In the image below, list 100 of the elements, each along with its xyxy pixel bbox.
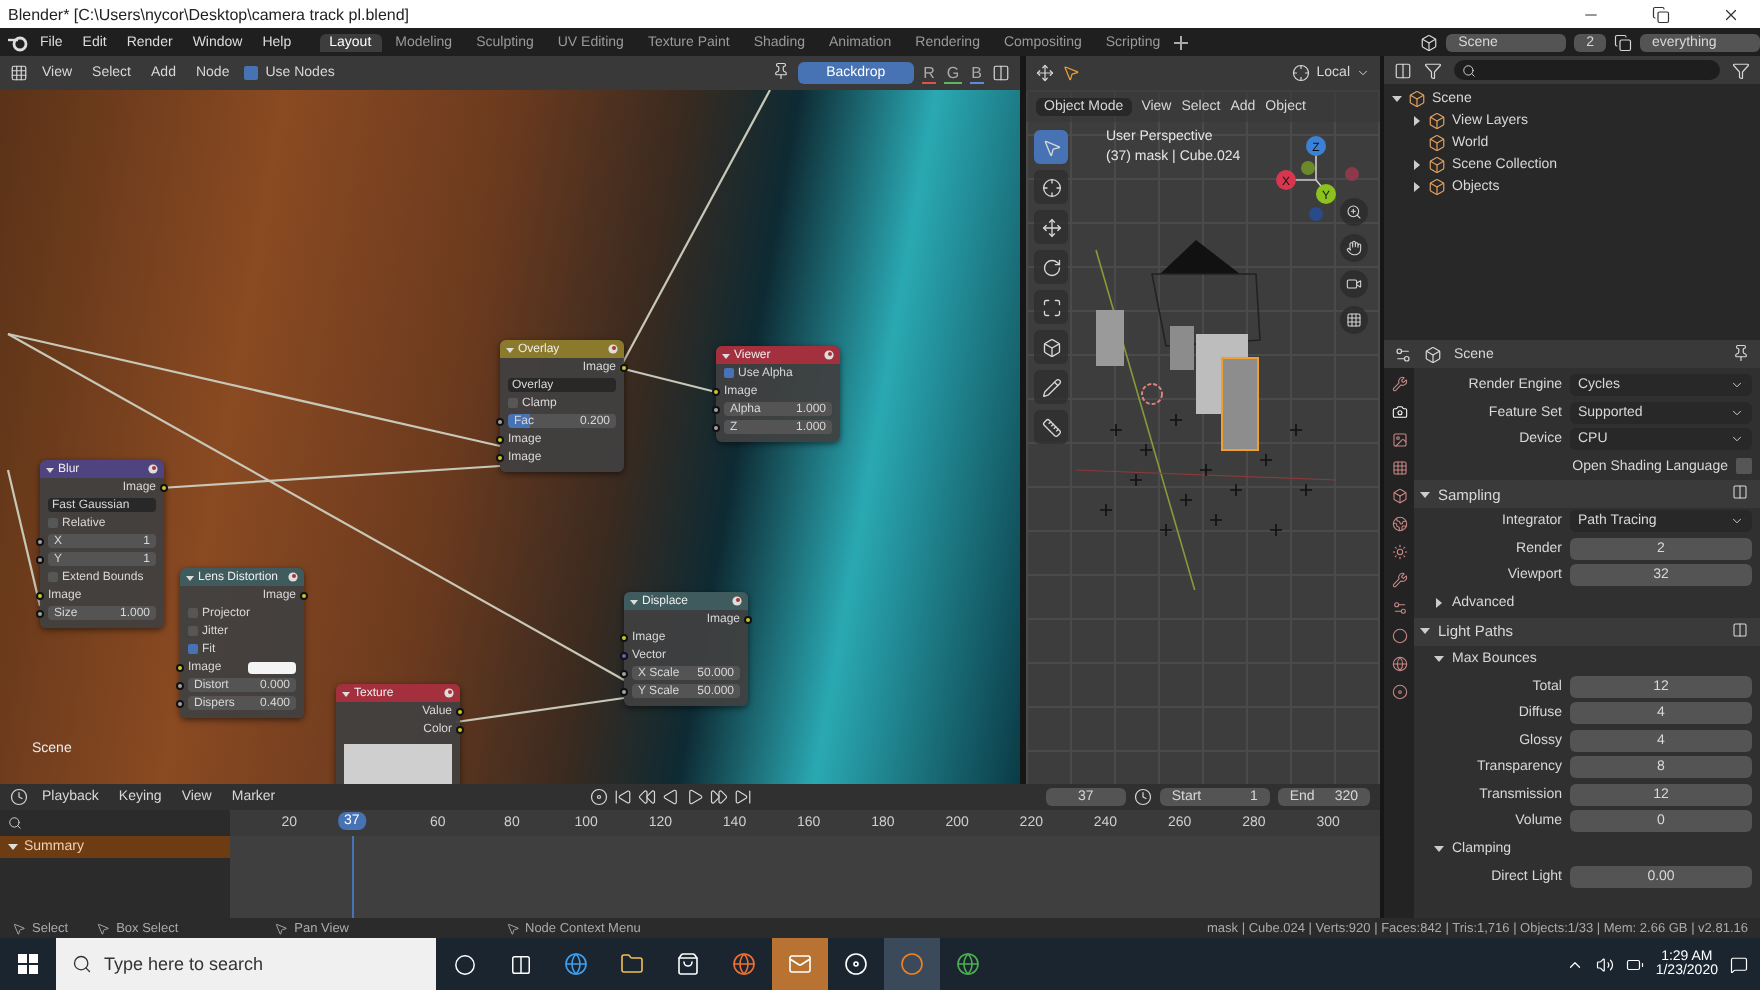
collapse-arrow-icon[interactable] (342, 689, 350, 697)
move-tool[interactable] (1034, 210, 1068, 244)
checkbox[interactable] (188, 626, 198, 636)
close-icon[interactable] (1722, 5, 1740, 23)
socket-dot[interactable] (176, 699, 184, 707)
sphere-icon (288, 572, 298, 582)
collapsed-arrow-icon[interactable] (1412, 160, 1422, 170)
scale-tool[interactable] (1034, 290, 1068, 324)
sphere-icon (608, 344, 618, 354)
zoom-button[interactable] (1340, 198, 1368, 226)
socket-dot[interactable] (620, 651, 628, 659)
checkbox[interactable] (48, 518, 58, 528)
socket-dot[interactable] (176, 663, 184, 671)
collapse-arrow-icon[interactable] (722, 351, 730, 359)
socket-dot[interactable] (176, 681, 184, 689)
scene-icon (1420, 33, 1439, 51)
restore-icon[interactable] (1652, 5, 1670, 23)
socket-dot[interactable] (620, 633, 628, 641)
socket-dot[interactable] (620, 687, 628, 695)
editor-type-icon (10, 64, 28, 82)
socket-dot[interactable] (496, 435, 504, 443)
volume-icon[interactable] (1595, 955, 1614, 973)
channel-toggle[interactable]: B (969, 63, 984, 83)
pin-icon[interactable] (1732, 343, 1750, 361)
socket-dot[interactable] (712, 423, 720, 431)
socket-dot[interactable] (496, 417, 504, 425)
collapse-arrow-icon[interactable] (186, 573, 194, 581)
checkbox[interactable] (1736, 458, 1752, 475)
move-icon (1041, 217, 1061, 237)
expanded-arrow-icon[interactable] (1420, 489, 1430, 499)
checkbox[interactable] (724, 368, 734, 378)
rotate-tool[interactable] (1034, 250, 1068, 284)
rewind-icon[interactable] (637, 788, 656, 806)
collapsed-arrow-icon[interactable] (1434, 598, 1444, 608)
window-title: Blender* [C:\Users\nycor\Desktop\camera track pl.blend] (8, 5, 410, 23)
jump-end-icon[interactable] (733, 788, 752, 806)
socket-dot[interactable] (456, 707, 464, 715)
socket-dot[interactable] (496, 453, 504, 461)
cursor-tool[interactable] (1034, 170, 1068, 204)
record-icon[interactable] (589, 788, 608, 806)
socket-dot[interactable] (36, 537, 44, 545)
expanded-arrow-icon[interactable] (1434, 654, 1444, 664)
play-icon[interactable] (685, 788, 704, 806)
socket-dot[interactable] (36, 555, 44, 563)
display-icon[interactable] (992, 64, 1010, 82)
channel-toggle[interactable]: G (944, 63, 962, 83)
collapse-arrow-icon[interactable] (506, 345, 514, 353)
fast-forward-icon[interactable] (709, 788, 728, 806)
collapse-arrow-icon[interactable] (630, 597, 638, 605)
add-icon[interactable] (1174, 35, 1189, 49)
folder-icon (620, 952, 644, 976)
checkbox[interactable] (243, 66, 258, 80)
checkbox[interactable] (48, 572, 58, 582)
socket-dot[interactable] (712, 405, 720, 413)
search-field[interactable]: Type here to search (56, 938, 436, 990)
socket-dot[interactable] (160, 483, 168, 491)
expanded-arrow-icon[interactable] (1420, 626, 1430, 636)
transform-tool[interactable] (1034, 330, 1068, 364)
measure-tool[interactable] (1034, 410, 1068, 444)
socket-dot[interactable] (36, 609, 44, 617)
browser-icon (564, 952, 588, 976)
jump-start-icon[interactable] (613, 788, 632, 806)
channel-toggle[interactable]: R (921, 63, 937, 83)
checkbox[interactable] (508, 398, 518, 408)
annotate-tool[interactable] (1034, 370, 1068, 404)
socket-dot[interactable] (456, 725, 464, 733)
grid-button[interactable] (1340, 306, 1368, 334)
collapsed-arrow-icon[interactable] (1412, 116, 1422, 126)
expanded-arrow-icon[interactable] (1392, 94, 1402, 104)
select-tool[interactable] (1034, 130, 1068, 164)
socket-dot[interactable] (620, 363, 628, 371)
select-icon[interactable] (1062, 64, 1080, 82)
transform-icon[interactable] (1036, 64, 1054, 82)
battery-icon[interactable] (1625, 955, 1644, 973)
notification-icon[interactable] (1730, 955, 1748, 973)
orientation-icon[interactable] (1292, 64, 1311, 82)
chevron-icon (1356, 66, 1370, 80)
expanded-arrow-icon[interactable] (1434, 844, 1444, 854)
socket-dot[interactable] (620, 669, 628, 677)
sphere-icon (732, 596, 742, 606)
shopping-bag-icon (676, 952, 700, 976)
pencil-icon (1041, 377, 1061, 397)
collapse-arrow-icon[interactable] (46, 465, 54, 473)
checkbox[interactable] (188, 608, 198, 618)
layers-icon (1614, 33, 1632, 51)
socket-dot[interactable] (744, 615, 752, 623)
checkbox[interactable] (188, 644, 198, 654)
play-reverse-icon[interactable] (661, 788, 680, 806)
expanded-arrow-icon[interactable] (8, 842, 18, 852)
socket-dot[interactable] (300, 591, 308, 599)
search-field[interactable] (1454, 60, 1720, 80)
editor-type-icon (1394, 345, 1412, 363)
socket-dot[interactable] (36, 591, 44, 599)
camera-button[interactable] (1340, 270, 1368, 298)
pan-button[interactable] (1340, 234, 1368, 262)
color-swatch[interactable] (248, 661, 296, 673)
socket-dot[interactable] (712, 387, 720, 395)
collapsed-arrow-icon[interactable] (1412, 182, 1422, 192)
pin-icon[interactable] (772, 62, 791, 80)
filter-icon[interactable] (1732, 61, 1750, 79)
